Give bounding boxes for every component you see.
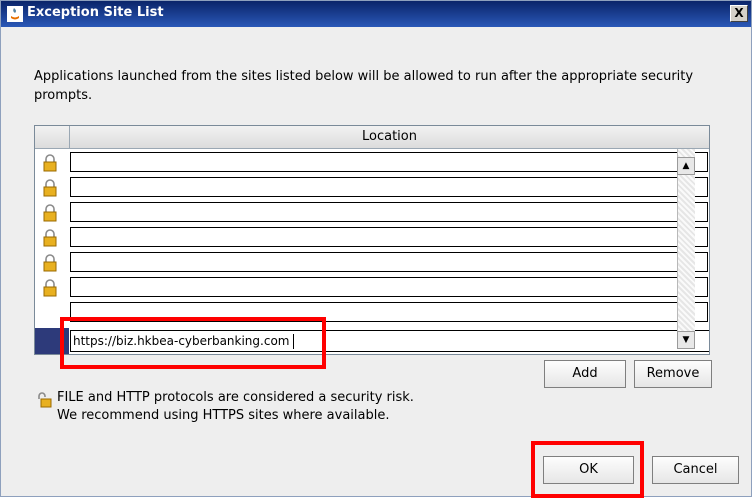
description-text: Applications launched from the sites lis…	[34, 69, 694, 103]
location-cell[interactable]	[70, 227, 708, 247]
url-highlight-box	[60, 317, 326, 369]
padlock-icon	[43, 254, 57, 272]
table-row[interactable]	[35, 200, 709, 226]
table-row[interactable]	[35, 275, 709, 301]
java-icon	[7, 6, 23, 22]
row-icon-cell	[35, 175, 69, 201]
close-button[interactable]: X	[730, 5, 748, 22]
warning-line-1: FILE and HTTP protocols are considered a…	[57, 390, 414, 405]
row-icon-cell	[35, 150, 69, 176]
scrollbar-track[interactable]	[677, 149, 695, 333]
padlock-icon	[43, 179, 57, 197]
cancel-button[interactable]: Cancel	[652, 456, 739, 484]
remove-button[interactable]: Remove	[634, 360, 712, 388]
padlock-icon	[43, 204, 57, 222]
location-column-header[interactable]: Location	[70, 126, 709, 148]
exception-site-list-dialog: Exception Site List X Applications launc…	[0, 0, 752, 498]
location-cell[interactable]	[70, 202, 708, 222]
icon-column-header[interactable]	[35, 126, 70, 148]
title-bar[interactable]: Exception Site List X	[1, 1, 751, 27]
table-row[interactable]	[35, 175, 709, 201]
ok-button[interactable]: OK	[543, 456, 634, 484]
padlock-icon	[43, 279, 57, 297]
location-cell[interactable]	[70, 152, 708, 172]
location-cell[interactable]	[70, 252, 708, 272]
row-icon-cell	[35, 275, 69, 301]
unlocked-padlock-icon	[38, 392, 52, 408]
table-row[interactable]	[35, 150, 709, 176]
padlock-icon	[43, 229, 57, 247]
row-icon-cell	[35, 250, 69, 276]
table-scrollbar[interactable]: ▲ ▼	[677, 125, 695, 355]
security-warning: FILE and HTTP protocols are considered a…	[57, 389, 414, 425]
table-row[interactable]	[35, 225, 709, 251]
scroll-down-button[interactable]: ▼	[677, 331, 695, 349]
location-cell[interactable]	[70, 277, 708, 297]
row-icon-cell	[35, 225, 69, 251]
scroll-up-button[interactable]: ▲	[677, 157, 695, 175]
table-row[interactable]	[35, 250, 709, 276]
table-header: Location	[35, 126, 709, 149]
row-icon-cell	[35, 200, 69, 226]
add-button[interactable]: Add	[544, 360, 626, 388]
warning-line-2: We recommend using HTTPS sites where ava…	[57, 408, 390, 423]
location-cell[interactable]	[70, 177, 708, 197]
padlock-icon	[43, 154, 57, 172]
window-title: Exception Site List	[27, 5, 164, 20]
